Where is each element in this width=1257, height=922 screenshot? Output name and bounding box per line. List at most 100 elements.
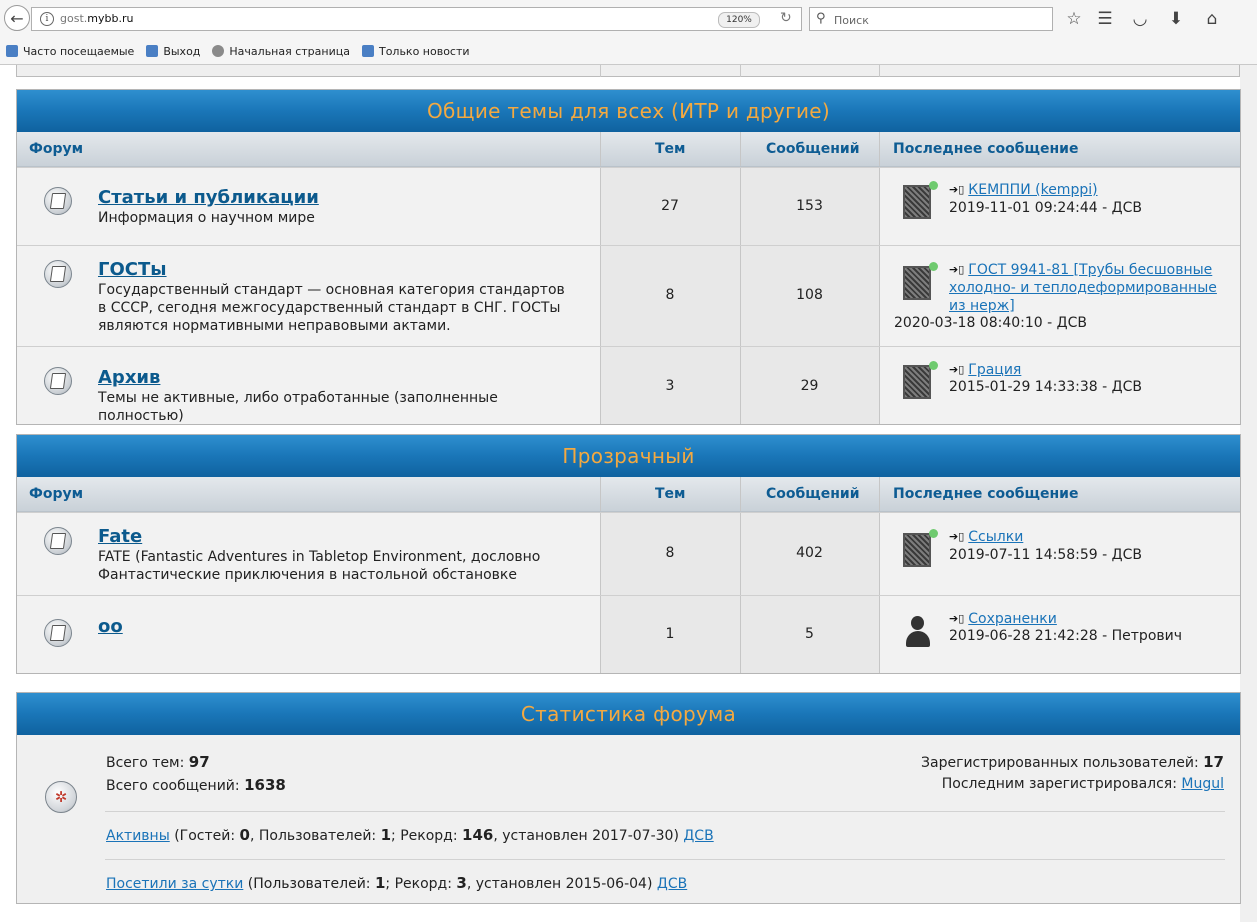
forum-read-icon	[44, 187, 72, 215]
total-topics: Всего тем: 97	[106, 753, 210, 771]
forum-title-link[interactable]: Fate	[98, 526, 142, 547]
last-post-meta: 2015-01-29 14:33:38 - ДСВ	[949, 379, 1142, 395]
go-to-post-icon[interactable]: ➔▯	[949, 361, 964, 379]
header-posts: Сообщений	[766, 141, 860, 157]
last-post-meta: 2019-06-28 21:42:28 - Петрович	[949, 628, 1183, 644]
user-avatar[interactable]	[903, 181, 938, 219]
category-title: Прозрачный	[17, 435, 1240, 477]
bookmark-exit[interactable]: Выход	[146, 45, 200, 58]
online-indicator-icon	[929, 181, 938, 190]
header-forum: Форум	[29, 141, 84, 157]
last-post-link[interactable]: Грация	[968, 362, 1021, 378]
forum-row: Архив Темы не активные, либо отработанны…	[17, 346, 1240, 424]
registered-users: Зарегистрированных пользователей: 17	[921, 753, 1224, 771]
visited-today-line: Посетили за сутки (Пользователей: 1; Рек…	[106, 874, 688, 892]
last-post-link[interactable]: КЕМППИ (kemppi)	[968, 182, 1097, 198]
arrow-left-icon: ←	[10, 8, 24, 28]
forum-description: Темы не активные, либо отработанные (зап…	[98, 390, 498, 424]
forum-read-icon	[44, 527, 72, 555]
post-count: 29	[800, 378, 819, 394]
search-icon: ⚲	[816, 11, 826, 26]
column-headers: Форум Тем Сообщений Последнее сообщение	[17, 132, 1240, 167]
forum-row: oo 1 5 ➔▯ Сохраненки 2019-06-28 21:42:28 …	[17, 595, 1240, 673]
user-avatar[interactable]	[903, 529, 938, 567]
total-posts: Всего сообщений: 1638	[106, 776, 286, 794]
reload-icon[interactable]: ↻	[780, 10, 792, 26]
bookmarks-toolbar: Часто посещаемые Выход Начальная страниц…	[0, 41, 476, 61]
header-posts: Сообщений	[766, 486, 860, 502]
category-title: Общие темы для всех (ИТР и другие)	[17, 90, 1240, 132]
url-bar[interactable]: i gost.mybb.ru 120% ↻	[31, 7, 802, 31]
forum-title-link[interactable]: ГОСТы	[98, 259, 167, 280]
forum-statistics: Статистика форума ✲ Всего тем: 97 Всего …	[16, 692, 1241, 904]
user-avatar[interactable]	[903, 262, 938, 300]
globe-icon	[212, 45, 225, 57]
post-count: 5	[805, 626, 814, 642]
forum-read-icon	[44, 367, 72, 395]
forum-page: Общие темы для всех (ИТР и другие) Форум…	[0, 65, 1257, 922]
bookmark-home-page[interactable]: Начальная страница	[212, 45, 350, 58]
forum-description: Государственный стандарт — основная кате…	[98, 282, 565, 334]
star-bookmark-icon[interactable]: ☆	[1061, 6, 1087, 32]
header-last-post: Последнее сообщение	[893, 486, 1079, 502]
active-users-link[interactable]: Активны	[106, 828, 170, 844]
forum-title-link[interactable]: Архив	[98, 367, 160, 388]
bookmark-link-icon	[361, 45, 374, 57]
active-user-link[interactable]: ДСВ	[683, 828, 713, 844]
last-registered: Последним зарегистрировался: Mugul	[941, 776, 1224, 792]
go-to-post-icon[interactable]: ➔▯	[949, 610, 964, 628]
last-post-link[interactable]: ГОСТ 9941-81 [Трубы бесшовные холодно- и…	[949, 262, 1217, 314]
forum-title-link[interactable]: Статьи и публикации	[98, 187, 319, 208]
bookmark-folder-icon	[6, 45, 18, 57]
category-transparent: Прозрачный Форум Тем Сообщений Последнее…	[16, 434, 1241, 674]
reading-list-icon[interactable]: ☰	[1092, 6, 1118, 32]
search-input[interactable]	[832, 10, 1046, 30]
online-indicator-icon	[929, 529, 938, 538]
forum-read-icon	[44, 619, 72, 647]
search-bar[interactable]: ⚲	[809, 7, 1053, 31]
visited-today-link[interactable]: Посетили за сутки	[106, 876, 243, 892]
pocket-icon[interactable]: ◡	[1127, 6, 1153, 32]
online-indicator-icon	[929, 361, 938, 370]
last-post: ➔▯ Ссылки	[949, 528, 1229, 546]
forum-description: Информация о научном мире	[98, 210, 315, 226]
header-topics: Тем	[655, 486, 686, 502]
forum-title-link[interactable]: oo	[98, 616, 123, 637]
default-user-avatar-icon[interactable]	[903, 614, 931, 648]
zoom-level[interactable]: 120%	[718, 12, 760, 28]
bookmark-link-icon	[146, 45, 159, 57]
post-count: 108	[796, 287, 823, 303]
stats-icon: ✲	[45, 781, 77, 813]
topic-count: 3	[665, 378, 675, 394]
last-post: ➔▯ ГОСТ 9941-81 [Трубы бесшовные холодно-…	[949, 261, 1229, 315]
last-post-meta: 2019-11-01 09:24:44 - ДСВ	[949, 200, 1142, 216]
post-count: 153	[796, 198, 823, 214]
visited-user-link[interactable]: ДСВ	[657, 876, 687, 892]
last-post: ➔▯ КЕМППИ (kemppi)	[949, 181, 1229, 199]
header-forum: Форум	[29, 486, 84, 502]
forum-row: Fate FATE (Fantastic Adventures in Table…	[17, 512, 1240, 595]
last-post-link[interactable]: Ссылки	[968, 529, 1023, 545]
bookmark-most-visited[interactable]: Часто посещаемые	[6, 45, 134, 58]
forum-description: FATE (Fantastic Adventures in Tabletop E…	[98, 549, 541, 583]
home-icon[interactable]: ⌂	[1199, 6, 1225, 32]
go-to-post-icon[interactable]: ➔▯	[949, 261, 964, 279]
url-text[interactable]: gost.mybb.ru	[60, 12, 133, 25]
info-icon[interactable]: i	[40, 12, 54, 26]
scrollbar[interactable]	[1240, 65, 1257, 922]
download-icon[interactable]: ⬇	[1163, 6, 1189, 32]
forum-read-icon	[44, 260, 72, 288]
topic-count: 1	[665, 626, 675, 642]
user-avatar[interactable]	[903, 361, 938, 399]
last-registered-user-link[interactable]: Mugul	[1181, 776, 1224, 792]
back-button[interactable]: ←	[4, 5, 30, 31]
online-indicator-icon	[929, 262, 938, 271]
go-to-post-icon[interactable]: ➔▯	[949, 528, 964, 546]
last-post-link[interactable]: Сохраненки	[968, 611, 1057, 627]
previous-category-bottom	[16, 65, 1240, 77]
stats-title: Статистика форума	[17, 693, 1240, 735]
bookmark-news-only[interactable]: Только новости	[361, 45, 470, 58]
header-last-post: Последнее сообщение	[893, 141, 1079, 157]
go-to-post-icon[interactable]: ➔▯	[949, 181, 964, 199]
forum-row: Статьи и публикации Информация о научном…	[17, 167, 1240, 245]
